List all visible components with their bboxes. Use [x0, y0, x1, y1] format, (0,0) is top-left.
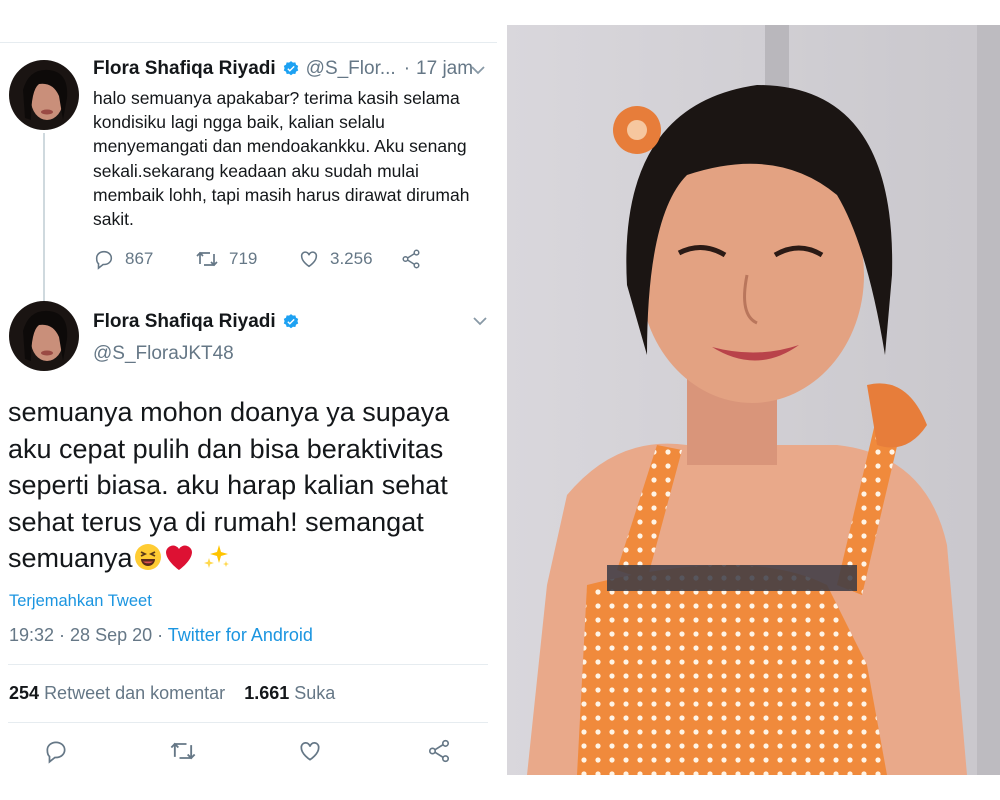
tweet-timestamp[interactable]: 19:32 · 28 Sep 20 · — [9, 625, 168, 645]
retweet-stat-count[interactable]: 254 — [9, 683, 39, 703]
author-name[interactable]: Flora Shafiqa Riyadi — [93, 58, 276, 80]
reply-count: 867 — [125, 249, 154, 268]
translate-tweet-link[interactable]: Terjemahkan Tweet — [9, 592, 152, 611]
heart-icon — [300, 742, 320, 761]
reply-icon — [95, 250, 113, 270]
share-button[interactable] — [400, 248, 432, 270]
tweet-time[interactable]: 17 jam — [416, 58, 473, 80]
tweet-header: Flora Shafiqa Riyadi — [93, 311, 300, 333]
avatar[interactable] — [9, 301, 79, 371]
share-button[interactable] — [426, 738, 452, 769]
retweet-button[interactable] — [169, 738, 197, 769]
handle-row: @S_FloraJKT48 — [93, 343, 234, 365]
like-count: 3.256 — [330, 249, 373, 268]
tweet-source-link[interactable]: Twitter for Android — [168, 625, 313, 645]
retweet-icon — [196, 251, 218, 267]
share-icon — [402, 249, 420, 269]
verified-badge-icon — [282, 60, 300, 78]
retweet-button[interactable]: 719 — [195, 248, 257, 270]
divider — [8, 664, 488, 665]
tweet-meta: 19:32 · 28 Sep 20 · Twitter for Android — [9, 625, 313, 646]
chevron-down-icon[interactable] — [472, 313, 488, 329]
like-button[interactable] — [297, 738, 323, 769]
retweet-icon — [170, 742, 196, 760]
author-handle[interactable]: @S_FloraJKT48 — [93, 343, 234, 365]
like-stat-label[interactable]: Suka — [294, 683, 335, 703]
tweet-stats: 254 Retweet dan komentar 1.661 Suka — [9, 683, 335, 704]
reply-button[interactable]: 867 — [93, 248, 153, 270]
reply-button[interactable] — [43, 738, 69, 769]
author-handle[interactable]: @S_Flor... — [306, 58, 396, 80]
separator-dot: · — [403, 58, 411, 79]
red-heart-emoji-icon — [163, 542, 195, 582]
like-stat-count[interactable]: 1.661 — [244, 683, 289, 703]
tweet-header: Flora Shafiqa Riyadi @S_Flor... · 17 jam — [93, 58, 473, 80]
tweet-text: semuanya mohon doanya ya supaya aku cepa… — [8, 394, 488, 582]
retweet-stat-label[interactable]: Retweet dan komentar — [44, 683, 225, 703]
author-name[interactable]: Flora Shafiqa Riyadi — [93, 311, 276, 333]
reply-icon — [46, 741, 66, 764]
like-button[interactable]: 3.256 — [298, 248, 373, 270]
retweet-count: 719 — [229, 249, 258, 268]
laughing-emoji-icon — [133, 542, 163, 582]
heart-icon — [300, 251, 318, 268]
sparkles-emoji-icon — [202, 542, 232, 582]
thread-connector — [43, 133, 45, 303]
verified-badge-icon — [282, 313, 300, 331]
chevron-down-icon[interactable] — [470, 62, 486, 78]
top-divider — [0, 42, 497, 43]
portrait-photo — [507, 25, 1000, 775]
avatar[interactable] — [9, 60, 79, 130]
share-icon — [428, 739, 450, 763]
divider — [8, 722, 488, 723]
tweet-text: halo semuanya apakabar? terima kasih sel… — [93, 88, 470, 230]
tweet-actions-large — [43, 738, 463, 768]
tweet-actions: 867 719 3.256 — [93, 248, 463, 274]
